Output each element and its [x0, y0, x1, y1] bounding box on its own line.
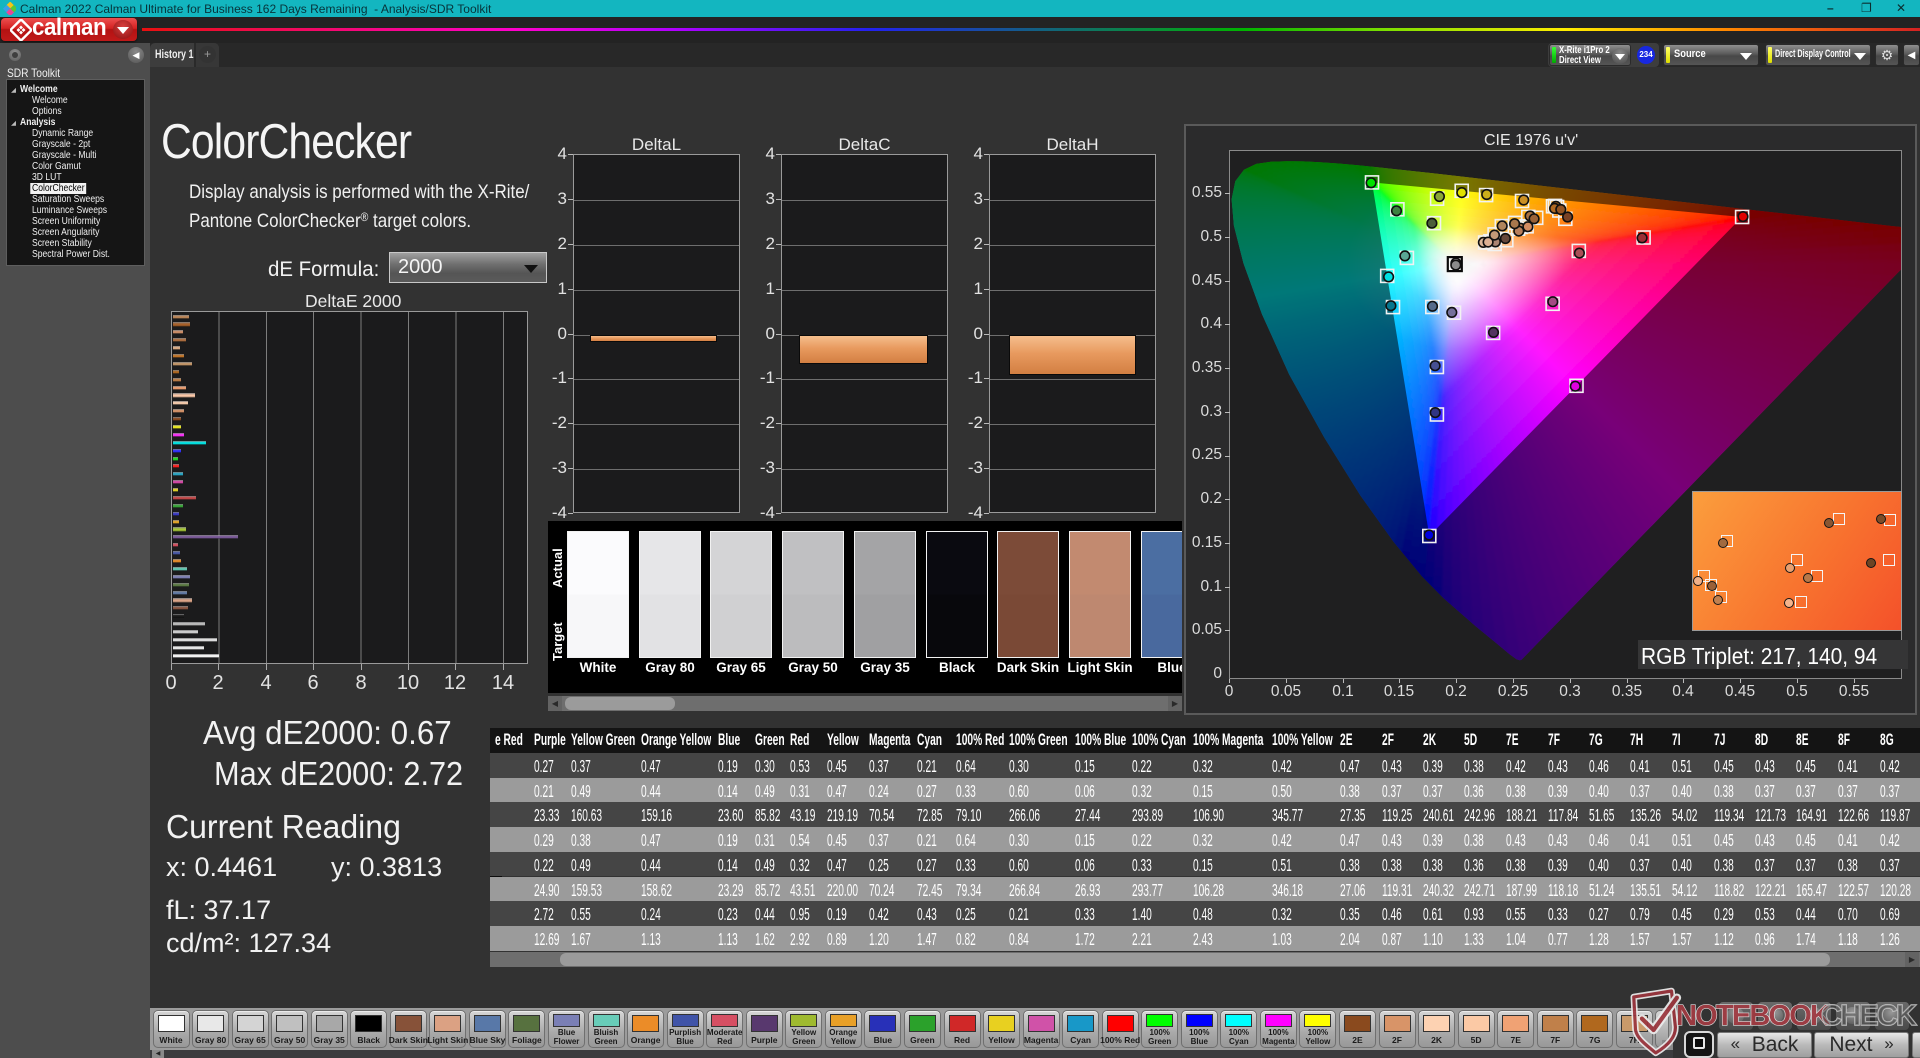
svg-text:CHECK: CHECK [1821, 1000, 1917, 1032]
svg-text:NOTEBOOK: NOTEBOOK [1676, 1000, 1831, 1032]
